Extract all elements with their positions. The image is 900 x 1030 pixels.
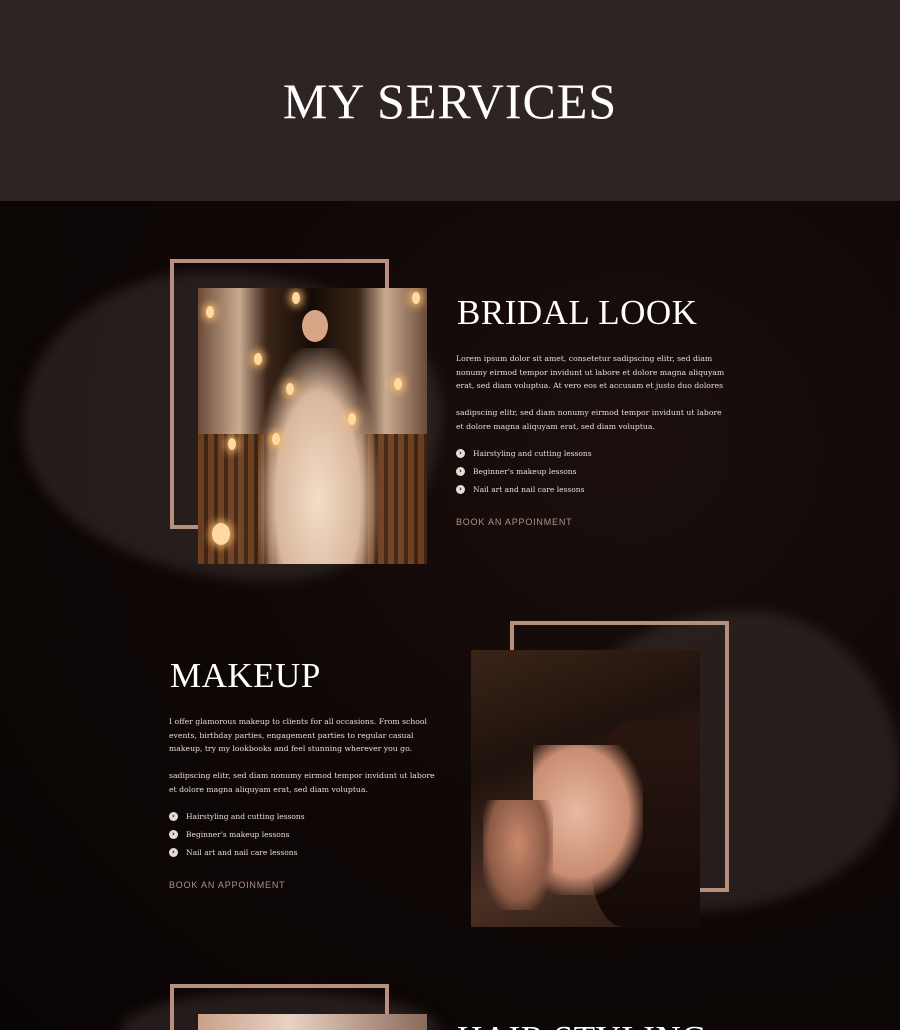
- services-section: BRIDAL LOOK Lorem ipsum dolor sit amet, …: [0, 201, 900, 1030]
- service-description: Lorem ipsum dolor sit amet, consetetur s…: [456, 354, 725, 391]
- page-header: MY SERVICES: [0, 0, 900, 201]
- chevron-right-circle-icon: ›: [456, 485, 465, 494]
- bridal-photo: [198, 288, 427, 564]
- list-item: › Hairstyling and cutting lessons: [456, 449, 592, 467]
- service-title-bridal: BRIDAL LOOK: [457, 293, 698, 332]
- list-item: › Beginner's makeup lessons: [169, 830, 305, 848]
- list-item: › Nail art and nail care lessons: [456, 485, 592, 503]
- page-title: MY SERVICES: [282, 72, 618, 129]
- chevron-right-circle-icon: ›: [169, 830, 178, 839]
- list-item: › Nail art and nail care lessons: [169, 848, 305, 866]
- makeup-photo: [471, 650, 700, 927]
- book-appointment-link[interactable]: BOOK AN APPOINMENT: [456, 517, 572, 527]
- list-item: › Beginner's makeup lessons: [456, 467, 592, 485]
- service-features-list: › Hairstyling and cutting lessons › Beginn…: [169, 812, 305, 866]
- list-item: › Hairstyling and cutting lessons: [169, 812, 305, 830]
- service-title-hair-styling: HAIR STYLING: [457, 1019, 707, 1030]
- service-description: I offer glamorous makeup to clients for …: [169, 717, 427, 754]
- service-description: sadipscing elitr, sed diam nonumy eirmod…: [169, 771, 435, 794]
- book-appointment-link[interactable]: BOOK AN APPOINMENT: [169, 880, 285, 890]
- chevron-right-circle-icon: ›: [169, 848, 178, 857]
- service-title-makeup: MAKEUP: [170, 656, 321, 695]
- chevron-right-circle-icon: ›: [456, 449, 465, 458]
- chevron-right-circle-icon: ›: [169, 812, 178, 821]
- service-features-list: › Hairstyling and cutting lessons › Beginn…: [456, 449, 592, 503]
- chevron-right-circle-icon: ›: [456, 467, 465, 476]
- hair-styling-photo: [198, 1014, 427, 1030]
- service-description: sadipscing elitr, sed diam nonumy eirmod…: [456, 408, 722, 431]
